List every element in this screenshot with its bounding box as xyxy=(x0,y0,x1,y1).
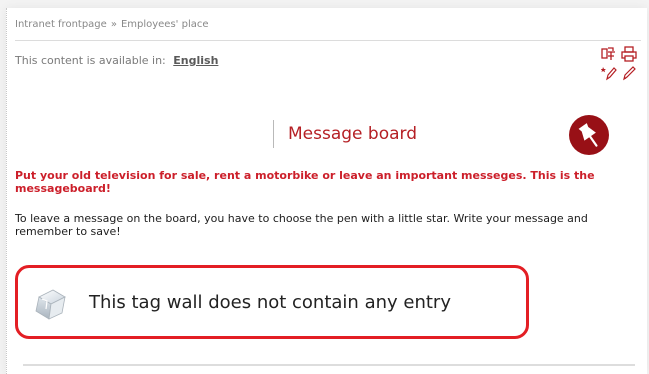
breadcrumb: Intranet frontpage» Employees' place xyxy=(15,19,209,30)
breadcrumb-link-intranet-frontpage[interactable]: Intranet frontpage xyxy=(15,19,107,30)
language-label: This content is available in: xyxy=(15,54,166,67)
breadcrumb-link-employees-place[interactable]: Employees' place xyxy=(121,19,209,30)
edit-pen-icon[interactable] xyxy=(621,65,637,81)
empty-state-message: This tag wall does not contain any entry xyxy=(89,292,451,313)
page-container: Intranet frontpage» Employees' place This… xyxy=(6,8,647,374)
add-entry-pen-icon[interactable] xyxy=(600,65,617,81)
instructions-text: To leave a message on the board, you hav… xyxy=(15,212,588,238)
print-icon[interactable] xyxy=(621,46,637,62)
empty-state-panel: This tag wall does not contain any entry xyxy=(15,265,529,339)
breadcrumb-separator: » xyxy=(110,19,117,30)
content-bottom-divider xyxy=(23,364,635,366)
toolbar xyxy=(599,46,639,82)
pushpin-icon xyxy=(569,115,609,155)
page-title: Message board xyxy=(273,120,417,148)
translate-icon[interactable] xyxy=(601,46,617,62)
language-availability: This content is available in: English xyxy=(15,54,218,67)
ice-cube-icon xyxy=(31,285,69,323)
language-link-english[interactable]: English xyxy=(173,54,218,67)
breadcrumb-divider xyxy=(15,40,641,41)
intro-highlight-text: Put your old television for sale, rent a… xyxy=(15,169,595,195)
